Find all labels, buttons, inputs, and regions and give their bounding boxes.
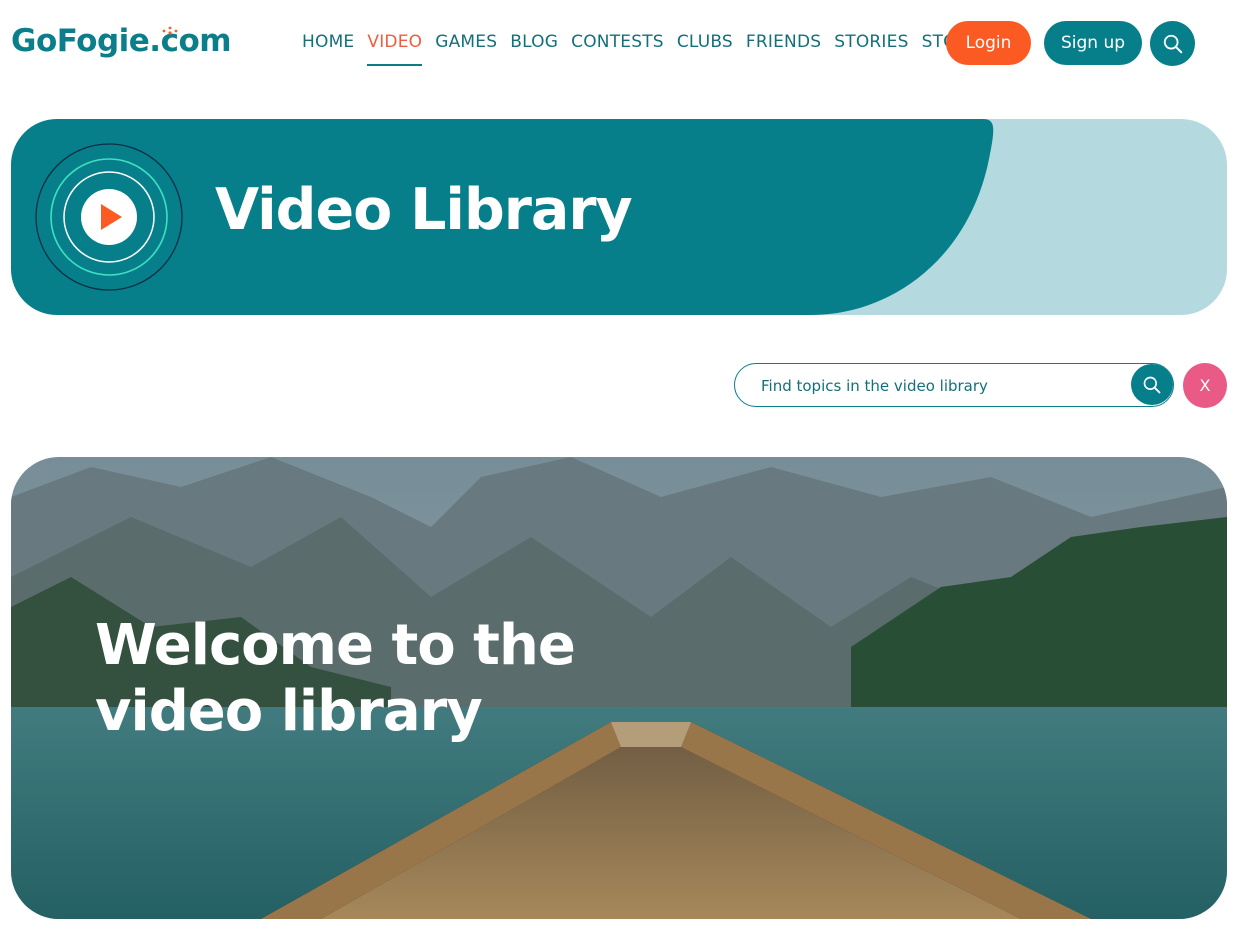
nav-stories[interactable]: STORIES (834, 32, 908, 66)
video-search-input[interactable] (759, 364, 1123, 407)
logo-spark-icon (162, 26, 178, 35)
hero-image: Welcome to the video library (11, 457, 1227, 919)
header-search-button[interactable] (1150, 21, 1195, 66)
nav-friends[interactable]: FRIENDS (746, 32, 821, 66)
video-search-box (734, 363, 1174, 407)
nav-video[interactable]: VIDEO (367, 32, 423, 66)
main-nav: HOME VIDEO GAMES BLOG CONTESTS CLUBS FRI… (302, 32, 993, 66)
search-icon (1163, 34, 1182, 53)
play-circle-icon (35, 143, 183, 291)
clear-search-button[interactable]: X (1183, 363, 1227, 408)
nav-games[interactable]: GAMES (435, 32, 497, 66)
video-search-button[interactable] (1131, 364, 1173, 405)
page-title: Video Library (215, 177, 633, 243)
site-logo[interactable]: GoFogie.com (11, 23, 232, 59)
video-library-banner: Video Library (11, 119, 1227, 315)
signup-button[interactable]: Sign up (1044, 21, 1142, 65)
nav-contests[interactable]: CONTESTS (571, 32, 664, 66)
nav-home[interactable]: HOME (302, 32, 354, 66)
nav-clubs[interactable]: CLUBS (677, 32, 733, 66)
hero-title: Welcome to the video library (95, 613, 576, 744)
search-icon (1143, 376, 1161, 393)
login-button[interactable]: Login (946, 21, 1031, 65)
nav-blog[interactable]: BLOG (510, 32, 558, 66)
